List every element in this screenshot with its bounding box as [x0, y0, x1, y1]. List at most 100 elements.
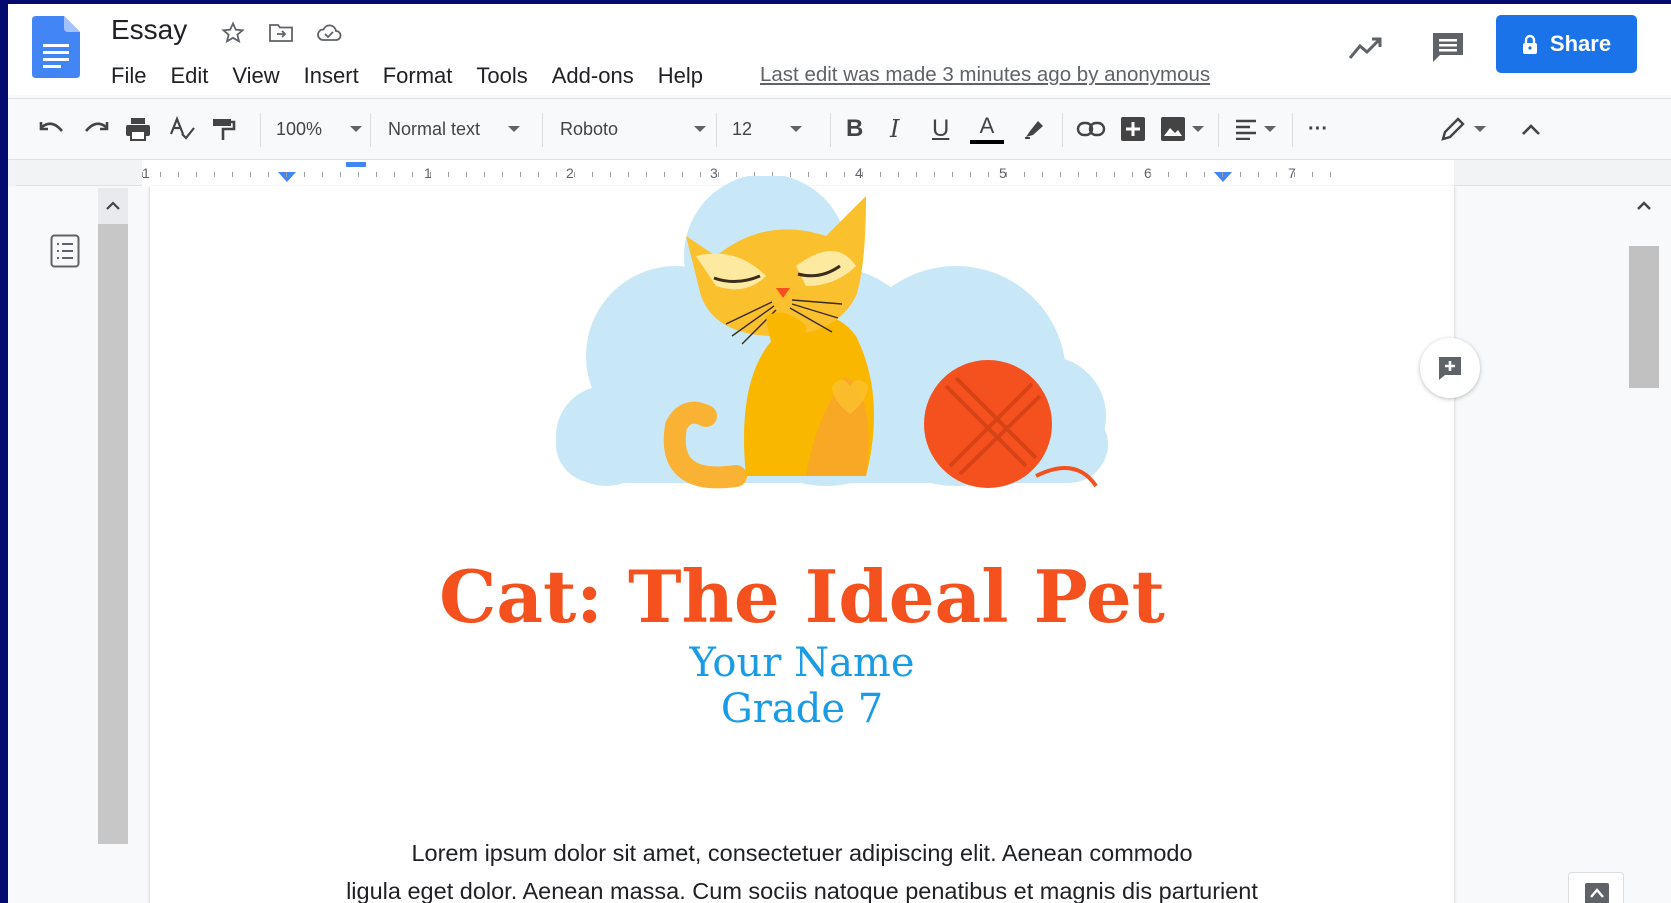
ruler-tick	[358, 172, 359, 177]
underline-button[interactable]: U	[932, 109, 949, 149]
link-icon[interactable]	[1076, 109, 1106, 149]
first-line-indent-marker[interactable]	[346, 162, 366, 170]
ruler-tick	[214, 172, 215, 177]
font-select[interactable]: Roboto	[560, 109, 707, 149]
grade-text: Grade 7	[720, 686, 884, 732]
google-docs-icon[interactable]	[32, 16, 80, 78]
scrollbar-thumb[interactable]	[1629, 246, 1659, 388]
text-color-button[interactable]: A	[970, 109, 1004, 149]
menu-format[interactable]: Format	[383, 61, 465, 91]
explore-icon	[1585, 883, 1609, 903]
ruler-tick	[232, 172, 233, 177]
ruler-tick	[448, 172, 449, 177]
cat-illustration	[556, 176, 1108, 489]
ruler-tick	[1168, 172, 1169, 177]
scroll-up-icon[interactable]	[1632, 194, 1656, 218]
docs-window: Essay File Edit View Insert Format Tools…	[8, 4, 1671, 903]
more-button[interactable]: ···	[1308, 109, 1328, 149]
spellcheck-icon[interactable]	[168, 109, 196, 149]
ruler-tick	[394, 172, 395, 177]
comments-icon[interactable]	[1428, 28, 1468, 68]
ruler-tick	[196, 172, 197, 177]
cloud-status-icon[interactable]	[314, 18, 344, 48]
ruler-tick	[466, 172, 467, 177]
lock-icon	[1522, 34, 1537, 54]
highlight-icon[interactable]	[1022, 109, 1046, 149]
print-icon[interactable]	[124, 109, 152, 149]
menu-edit[interactable]: Edit	[170, 61, 220, 91]
add-comment-button[interactable]	[1420, 338, 1480, 398]
body-line: Lorem ipsum dolor sit amet, consectetuer…	[411, 840, 1193, 866]
font-size-select[interactable]: 12	[732, 109, 803, 149]
insert-comment-icon[interactable]	[1120, 109, 1146, 149]
font-size-value: 12	[732, 118, 753, 139]
paragraph-style-select[interactable]: Normal text	[388, 109, 521, 149]
paint-format-icon[interactable]	[210, 109, 236, 149]
ruler-tick	[160, 172, 161, 177]
ruler-tick	[1294, 172, 1295, 177]
redo-icon[interactable]	[82, 109, 110, 149]
insert-image-icon[interactable]	[1160, 109, 1204, 149]
text-color-letter: A	[979, 112, 995, 138]
ruler-tick	[1186, 172, 1187, 177]
share-label: Share	[1549, 31, 1612, 56]
font-value: Roboto	[560, 118, 619, 139]
ruler-tick	[484, 172, 485, 177]
menu-bar: File Edit View Insert Format Tools Add-o…	[111, 61, 727, 91]
ruler-tick	[1240, 172, 1241, 177]
align-icon[interactable]	[1234, 109, 1276, 149]
menu-file[interactable]: File	[111, 61, 158, 91]
ruler-tick	[322, 172, 323, 177]
ruler-tick	[1276, 172, 1277, 177]
body-paragraph: Lorem ipsum dolor sit amet, consectetuer…	[300, 834, 1304, 903]
ruler-tick	[142, 172, 143, 177]
editing-mode-icon[interactable]	[1440, 109, 1486, 149]
ruler-tick	[1312, 172, 1313, 177]
ruler-tick	[268, 172, 269, 177]
left-indent-marker[interactable]	[278, 172, 296, 184]
ruler-tick	[1150, 172, 1151, 177]
text-color-swatch	[970, 139, 1004, 144]
ruler-tick	[502, 172, 503, 177]
ruler-tick	[376, 172, 377, 177]
ruler-tick	[250, 172, 251, 177]
left-scrollbar-thumb[interactable]	[98, 224, 128, 844]
move-to-folder-icon[interactable]	[266, 18, 296, 48]
ruler-tick	[1204, 172, 1205, 177]
zoom-select[interactable]: 100%	[276, 109, 363, 149]
ruler-tick	[286, 172, 287, 177]
ruler-tick	[340, 172, 341, 177]
italic-button[interactable]: I	[890, 109, 899, 149]
menu-insert[interactable]: Insert	[304, 61, 371, 91]
ruler-tick	[1258, 172, 1259, 177]
zoom-value: 100%	[276, 118, 323, 139]
share-button[interactable]: Share	[1496, 15, 1637, 73]
menu-help[interactable]: Help	[658, 61, 715, 91]
bold-button[interactable]: B	[846, 109, 863, 149]
ruler-tick	[412, 172, 413, 177]
ruler-tick	[1330, 172, 1331, 177]
star-icon[interactable]	[218, 18, 248, 48]
right-indent-marker[interactable]	[1214, 172, 1232, 184]
document-outline-icon[interactable]	[50, 234, 80, 268]
menu-tools[interactable]: Tools	[476, 61, 539, 91]
ruler-tick	[1222, 172, 1223, 177]
ruler-tick	[304, 172, 305, 177]
formatting-toolbar: 100% Normal text Roboto 12 B I U A ···	[8, 98, 1671, 160]
collapse-toolbar-icon[interactable]	[1520, 109, 1542, 149]
explore-button[interactable]	[1568, 872, 1624, 903]
last-edit-link[interactable]: Last edit was made 3 minutes ago by anon…	[760, 63, 1210, 87]
ruler-tick	[520, 172, 521, 177]
menu-view[interactable]: View	[232, 61, 291, 91]
undo-icon[interactable]	[38, 109, 66, 149]
activity-trend-icon[interactable]	[1346, 30, 1386, 66]
document-page[interactable]: Cat: The Ideal Pet Your Name Grade 7 Lor…	[150, 176, 1454, 903]
document-heading: Cat: The Ideal Pet	[439, 554, 1165, 639]
menu-addons[interactable]: Add-ons	[552, 61, 646, 91]
author-name: Your Name	[689, 640, 915, 686]
body-line: ligula eget dolor. Aenean massa. Cum soc…	[346, 878, 1258, 903]
document-title[interactable]: Essay	[111, 14, 187, 46]
add-comment-icon	[1439, 357, 1461, 380]
paragraph-style-value: Normal text	[388, 118, 481, 139]
left-scroll-up[interactable]	[98, 188, 128, 224]
